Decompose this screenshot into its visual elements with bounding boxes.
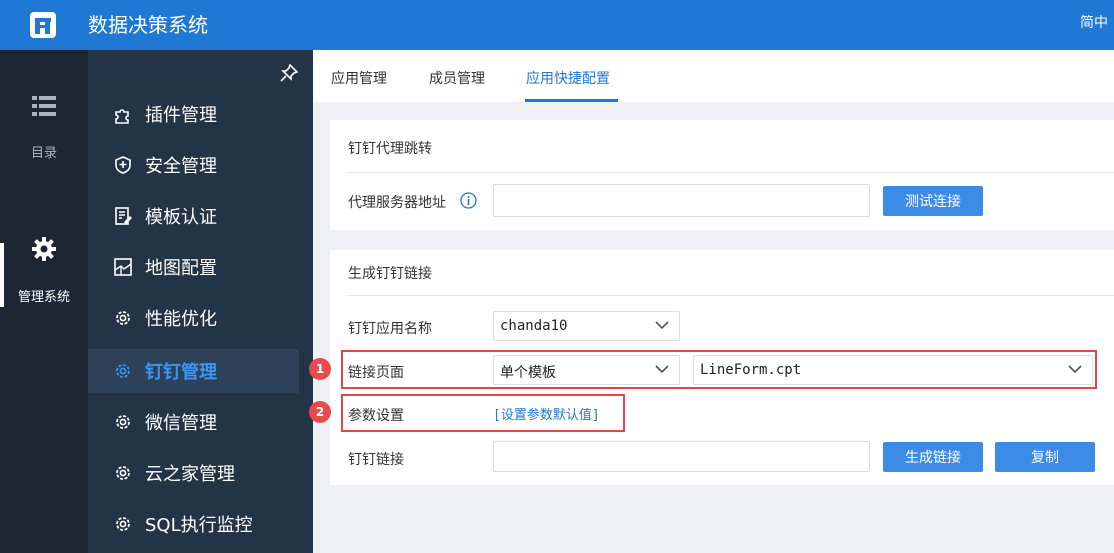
nav-item-plugin[interactable]: 插件管理 [88,92,299,136]
gear-icon [116,517,130,531]
app-name-select[interactable]: chanda10 [493,311,680,341]
tab-bar: 应用管理 成员管理 应用快捷配置 [313,50,1114,102]
top-bar: 数据决策系统 简中 [0,0,1114,50]
nav-item-label: SQL执行监控 [145,515,253,536]
template-icon [115,207,132,225]
nav-item-performance[interactable]: 性能优化 [88,296,299,340]
pin-icon[interactable] [280,64,298,82]
shield-icon [115,156,131,174]
proxy-server-input[interactable] [493,184,870,217]
nav-item-sql-monitor[interactable]: SQL执行监控 [88,502,299,546]
nav-item-security[interactable]: 安全管理 [88,143,299,187]
tab-member-management[interactable]: 成员管理 [429,68,485,88]
nav-item-label: 钉钉管理 [145,362,217,383]
app-name-value: chanda10 [500,318,568,334]
gear-icon [32,237,56,261]
highlight-box-1 [341,350,1097,389]
nav-item-wechat[interactable]: 微信管理 [88,400,299,444]
rail-item-label: 管理系统 [17,290,70,305]
divider [347,172,1114,173]
language-switch[interactable]: 简中 [1080,12,1108,32]
nav-item-label: 模板认证 [145,207,217,228]
nav-item-label: 微信管理 [145,413,217,434]
proxy-section-title: 钉钉代理跳转 [348,141,432,157]
gear-icon [116,415,130,429]
test-connection-button[interactable]: 测试连接 [883,186,983,216]
proxy-card: 钉钉代理跳转 代理服务器地址 测试连接 [330,120,1114,230]
nav-panel: 插件管理 安全管理 模板认证 地图配置 性能优化 钉钉管理 微信管理 云之家管理… [88,50,313,553]
main-content: 应用管理 成员管理 应用快捷配置 钉钉代理跳转 代理服务器地址 测试连接 生成钉… [313,50,1114,553]
active-tab-indicator [525,99,618,102]
link-section-title: 生成钉钉链接 [348,266,432,282]
nav-item-dingtalk[interactable]: 钉钉管理 [88,349,299,393]
gear-icon [116,311,130,325]
chevron-down-icon [655,321,669,330]
highlight-box-2 [341,394,625,432]
dingtalk-link-label: 钉钉链接 [348,452,404,468]
nav-item-yunzhijia[interactable]: 云之家管理 [88,451,299,495]
logo-icon [30,12,56,38]
generate-link-button[interactable]: 生成链接 [883,442,983,472]
nav-item-label: 插件管理 [145,105,217,126]
nav-item-template-auth[interactable]: 模板认证 [88,194,299,238]
nav-item-label: 安全管理 [145,156,217,177]
divider [347,295,1114,296]
copy-button[interactable]: 复制 [995,442,1095,472]
rail-item-catalog[interactable]: 目录 [0,95,88,161]
nav-item-label: 云之家管理 [145,464,235,485]
app-title: 数据决策系统 [88,13,208,37]
gear-icon [116,466,130,480]
nav-item-label: 性能优化 [145,309,217,330]
plugin-icon [115,109,129,124]
icon-rail: 目录 管理系统 [0,50,88,553]
nav-item-map[interactable]: 地图配置 [88,245,299,289]
app-name-label: 钉钉应用名称 [348,321,432,337]
rail-item-admin[interactable]: 管理系统 [0,236,88,305]
list-icon [32,96,56,116]
map-icon [114,258,132,276]
tab-app-management[interactable]: 应用管理 [331,68,387,88]
proxy-server-label: 代理服务器地址 [348,195,446,211]
annotation-badge-1: 1 [309,358,331,380]
annotation-badge-2: 2 [309,401,331,423]
nav-item-label: 地图配置 [145,258,217,279]
dingtalk-link-input[interactable] [493,441,870,472]
rail-item-label: 目录 [30,146,57,161]
gear-icon [116,364,130,378]
tab-app-quick-config[interactable]: 应用快捷配置 [526,68,610,88]
info-icon[interactable] [460,192,477,209]
